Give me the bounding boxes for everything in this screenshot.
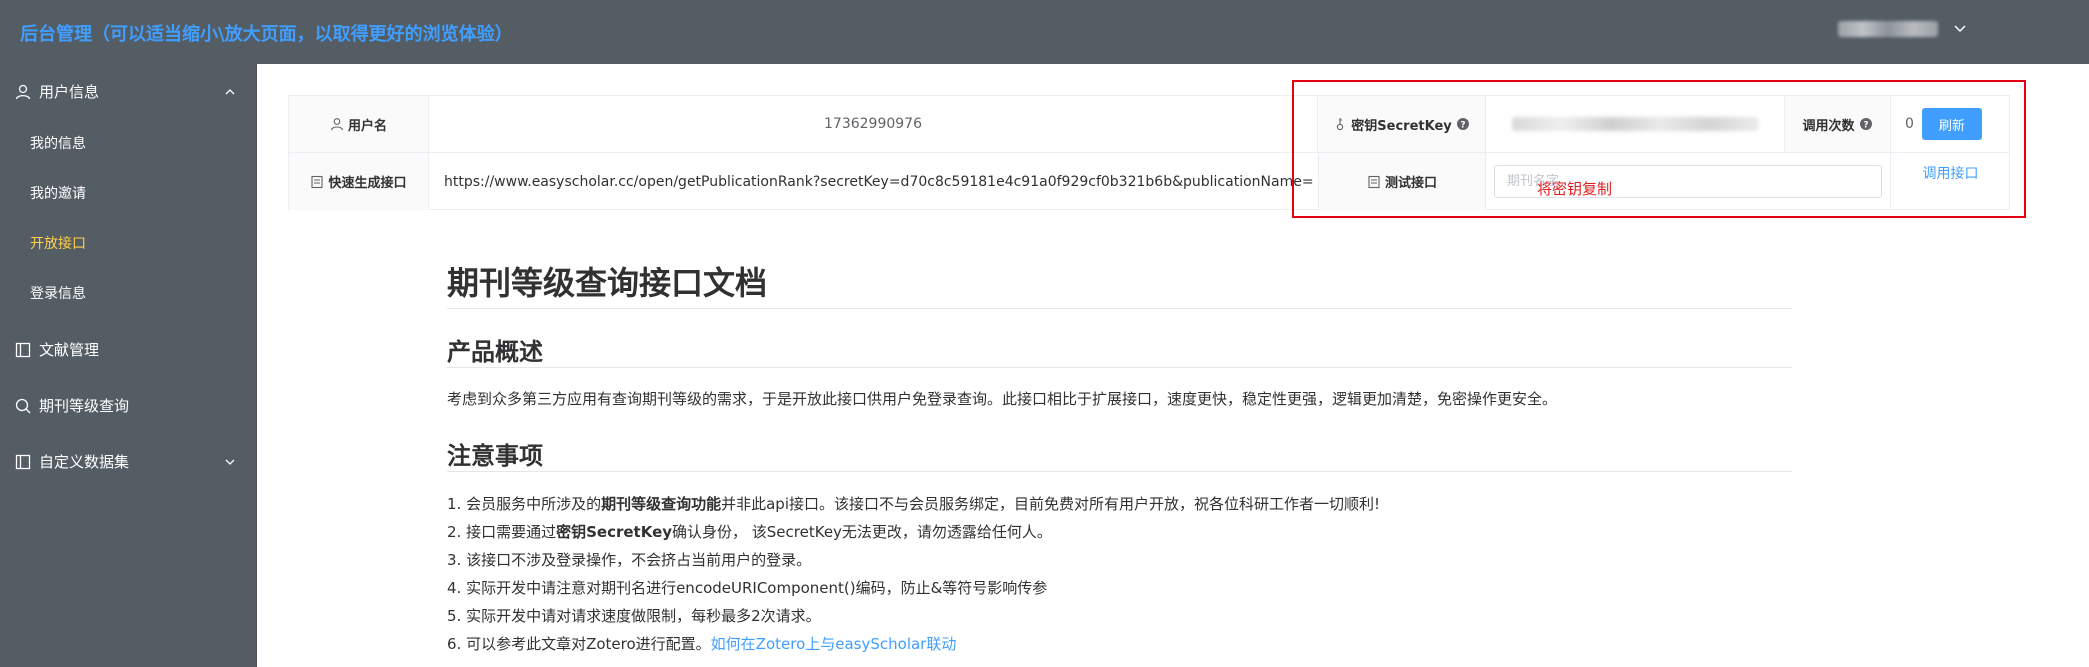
sidebar-item-user-info[interactable]: 用户信息: [0, 66, 257, 118]
list-item: 1. 会员服务中所涉及的期刊等级查询功能并非此api接口。该接口不与会员服务绑定…: [447, 495, 1381, 513]
chevron-down-icon[interactable]: [1950, 18, 1970, 38]
sidebar-item-journal-query[interactable]: 期刊等级查询: [0, 380, 257, 432]
sidebar-item-my-invites[interactable]: 我的邀请: [0, 169, 257, 219]
secret-key-value: [1486, 96, 1785, 153]
doc-title: 期刊等级查询接口文档: [447, 264, 768, 302]
chevron-up-icon: [225, 89, 235, 95]
sidebar-item-literature[interactable]: 文献管理: [0, 324, 257, 376]
list-item: 6. 可以参考此文章对Zotero进行配置。如何在Zotero上与easySch…: [447, 635, 957, 653]
user-icon: [330, 118, 344, 131]
key-icon: [1337, 118, 1344, 131]
sidebar: 用户信息 我的信息 我的邀请 开放接口 登录信息 文献管理 期刊等级查询 自定义…: [0, 64, 257, 667]
help-icon[interactable]: ?: [1859, 117, 1873, 131]
overview-text: 考虑到众多第三方应用有查询期刊等级的需求，于是开放此接口供用户免登录查询。此接口…: [447, 390, 1558, 408]
sidebar-item-login-info[interactable]: 登录信息: [0, 269, 257, 319]
quick-gen-label-cell: 快速生成接口: [289, 153, 429, 210]
document-icon: [311, 175, 324, 188]
help-icon[interactable]: ?: [1456, 117, 1470, 131]
divider: [447, 308, 1792, 309]
zotero-guide-link[interactable]: 如何在Zotero上与easyScholar联动: [711, 635, 957, 653]
secret-key-blurred: [1511, 117, 1759, 131]
document-icon: [1368, 175, 1380, 188]
sidebar-item-open-api[interactable]: 开放接口: [0, 219, 257, 269]
divider: [447, 367, 1792, 368]
call-api-cell: 调用接口: [1891, 153, 2010, 210]
quick-gen-url[interactable]: https://www.easyscholar.cc/open/getPubli…: [429, 153, 1314, 210]
api-info-table: 用户名 17362990976 密钥SecretKey ? 调用次数 ? 0 刷…: [288, 95, 2010, 210]
list-item: 2. 接口需要通过密钥SecretKey确认身份， 该SecretKey无法更改…: [447, 523, 1052, 541]
call-api-link[interactable]: 调用接口: [1923, 163, 1979, 183]
sidebar-item-label: 用户信息: [39, 83, 100, 101]
secret-key-label-cell: 密钥SecretKey ?: [1318, 96, 1486, 153]
username-value: 17362990976: [429, 96, 1318, 153]
document-icon: [15, 342, 31, 358]
divider: [447, 471, 1792, 472]
svg-text:?: ?: [1460, 121, 1465, 131]
list-item: 4. 实际开发中请注意对期刊名进行encodeURIComponent()编码，…: [447, 579, 1048, 597]
notes-list: 1. 会员服务中所涉及的期刊等级查询功能并非此api接口。该接口不与会员服务绑定…: [447, 490, 1380, 658]
user-icon: [15, 84, 31, 100]
call-count-cell: 0 刷新: [1891, 96, 2010, 153]
header-title: 后台管理（可以适当缩小\放大页面，以取得更好的浏览体验）: [20, 24, 513, 45]
call-count-value: 0: [1905, 116, 1914, 132]
sidebar-item-custom-dataset[interactable]: 自定义数据集: [0, 436, 257, 488]
sidebar-item-my-info[interactable]: 我的信息: [0, 119, 257, 169]
search-icon: [15, 398, 31, 414]
test-api-label-cell: 测试接口: [1318, 153, 1486, 210]
call-count-label-cell: 调用次数 ?: [1785, 96, 1891, 153]
top-header: 后台管理（可以适当缩小\放大页面，以取得更好的浏览体验）: [0, 0, 2089, 64]
list-item: 5. 实际开发中请对请求速度做限制，每秒最多2次请求。: [447, 607, 821, 625]
section-overview-heading: 产品概述: [447, 338, 543, 366]
copy-key-hint: 将密钥复制: [1537, 180, 1613, 198]
svg-text:?: ?: [1863, 121, 1868, 131]
refresh-button[interactable]: 刷新: [1921, 108, 1982, 140]
document-icon: [15, 454, 31, 470]
username-blurred[interactable]: [1838, 21, 1938, 37]
chevron-down-icon: [225, 459, 235, 465]
section-notes-heading: 注意事项: [447, 442, 543, 470]
list-item: 3. 该接口不涉及登录操作，不会挤占当前用户的登录。: [447, 551, 812, 569]
username-label-cell: 用户名: [289, 96, 429, 153]
